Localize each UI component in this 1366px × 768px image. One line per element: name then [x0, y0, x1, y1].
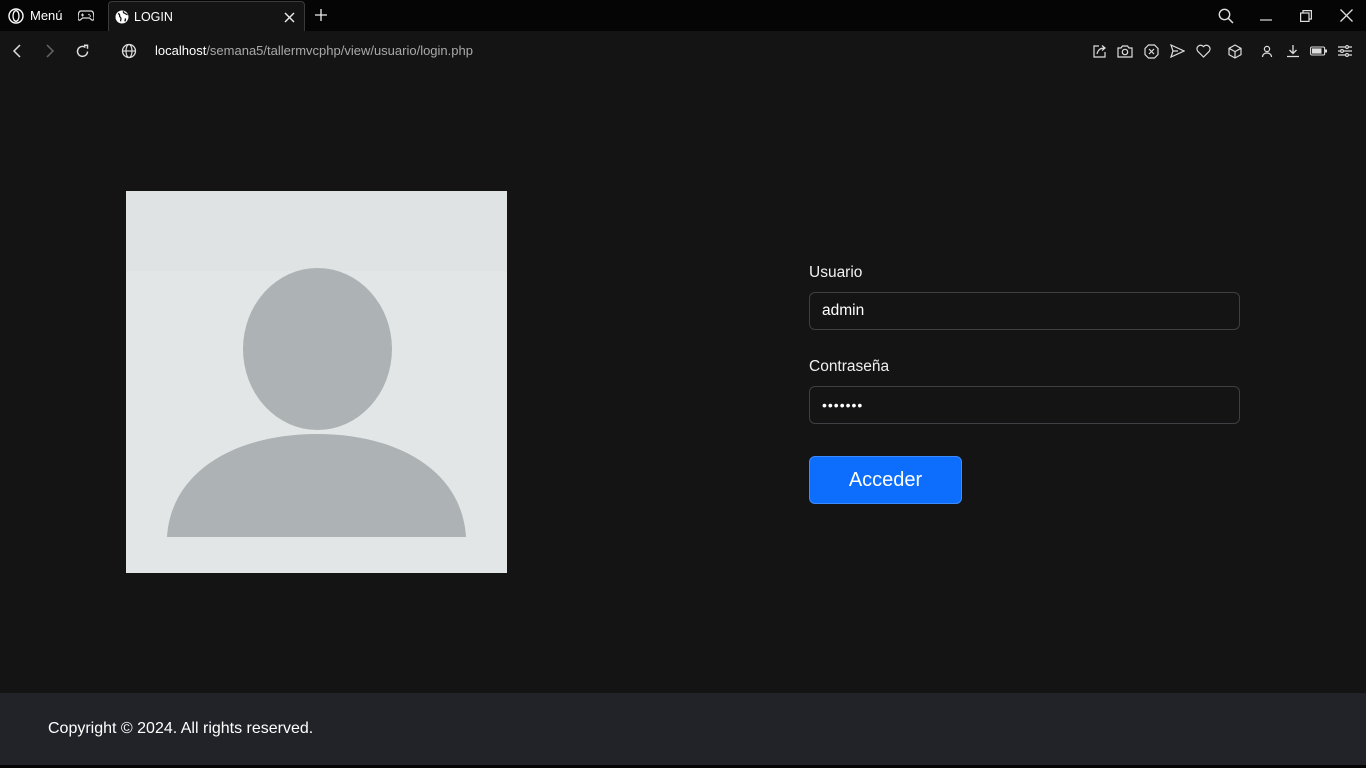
tab-bar: Menú LOGIN	[0, 0, 1366, 32]
minimize-icon	[1260, 10, 1272, 22]
close-window-button[interactable]	[1326, 0, 1366, 31]
footer: Copyright © 2024. All rights reserved.	[0, 693, 1366, 765]
url-host: localhost	[155, 43, 207, 58]
globe-icon	[115, 10, 129, 24]
login-submit-button[interactable]: Acceder	[809, 456, 962, 504]
adblock-icon[interactable]	[1138, 31, 1164, 71]
chevron-right-icon	[45, 44, 55, 58]
easy-setup-icon[interactable]	[1332, 31, 1358, 71]
gamer-button[interactable]	[71, 0, 101, 31]
login-form: Usuario admin Contraseña ••••••• Acceder	[809, 263, 1240, 504]
search-icon	[1218, 8, 1234, 24]
copyright-text: Copyright © 2024. All rights reserved.	[48, 720, 314, 737]
close-icon[interactable]	[280, 8, 298, 26]
plus-icon	[315, 9, 327, 21]
username-input[interactable]: admin	[809, 292, 1240, 330]
opera-logo-icon	[8, 7, 24, 24]
search-tabs-button[interactable]	[1206, 0, 1246, 31]
heart-icon[interactable]	[1190, 31, 1216, 71]
username-label: Usuario	[809, 264, 863, 281]
back-button[interactable]	[0, 31, 33, 71]
avatar-silhouette	[126, 191, 507, 573]
send-icon[interactable]	[1164, 31, 1190, 71]
browser-menu-button[interactable]: Menú	[0, 0, 71, 31]
password-label: Contraseña	[809, 358, 890, 375]
reload-icon	[75, 43, 90, 59]
password-input[interactable]: •••••••	[809, 386, 1240, 424]
toolbar-icons	[1086, 31, 1358, 71]
battery-icon[interactable]	[1306, 31, 1332, 71]
avatar-image	[126, 191, 507, 573]
window-controls	[1206, 0, 1366, 31]
new-tab-button[interactable]	[310, 4, 332, 26]
browser-menu-label: Menú	[30, 8, 63, 23]
site-info-icon[interactable]	[121, 43, 137, 59]
close-window-icon	[1339, 9, 1353, 22]
tab-title: LOGIN	[134, 10, 173, 24]
chevron-left-icon	[12, 44, 22, 58]
restore-button[interactable]	[1286, 0, 1326, 31]
page-content: Usuario admin Contraseña ••••••• Acceder	[0, 71, 1366, 693]
forward-button[interactable]	[33, 31, 66, 71]
url-field[interactable]: localhost/semana5/tallermvcphp/view/usua…	[155, 43, 473, 58]
restore-icon	[1300, 9, 1312, 22]
minimize-button[interactable]	[1246, 0, 1286, 31]
camera-icon[interactable]	[1112, 31, 1138, 71]
url-path: /semana5/tallermvcphp/view/usuario/login…	[206, 43, 473, 58]
cube-icon[interactable]	[1222, 31, 1248, 71]
gamepad-icon	[77, 9, 94, 22]
share-icon[interactable]	[1086, 31, 1112, 71]
tab-login[interactable]: LOGIN	[108, 1, 305, 32]
reload-button[interactable]	[66, 31, 99, 71]
profile-icon[interactable]	[1254, 31, 1280, 71]
download-icon[interactable]	[1280, 31, 1306, 71]
address-bar: localhost/semana5/tallermvcphp/view/usua…	[0, 31, 1366, 71]
